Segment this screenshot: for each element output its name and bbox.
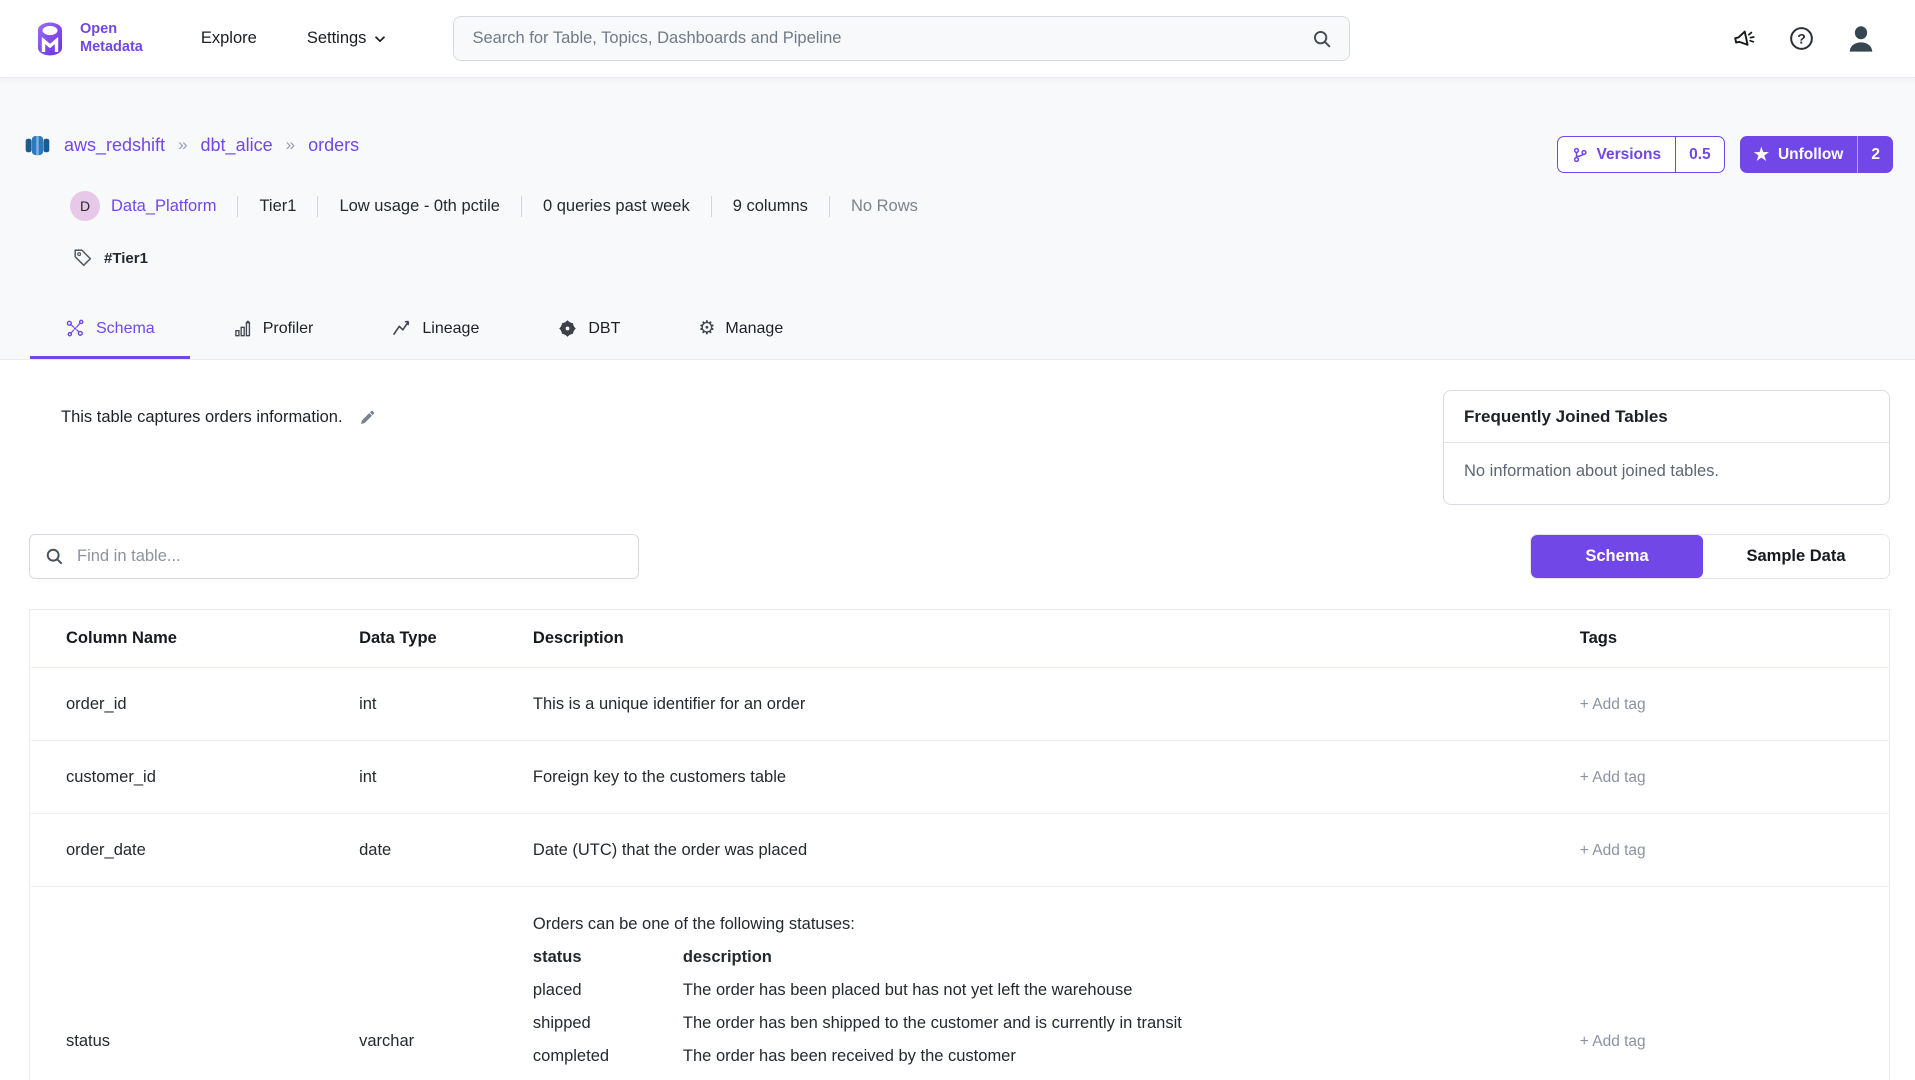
nav-settings[interactable]: Settings bbox=[307, 29, 388, 48]
version-number: 0.5 bbox=[1676, 137, 1724, 172]
star-icon: ★ bbox=[1754, 146, 1769, 163]
column-type: varchar bbox=[359, 887, 533, 1080]
svg-text:?: ? bbox=[1797, 30, 1806, 46]
column-description: Orders can be one of the following statu… bbox=[533, 887, 1528, 1080]
status-values-table: status description placed The order has … bbox=[533, 941, 1498, 1073]
column-name: order_date bbox=[30, 814, 360, 887]
column-type: int bbox=[359, 741, 533, 814]
column-description: Foreign key to the customers table bbox=[533, 741, 1528, 814]
add-tag-button[interactable]: + Add tag bbox=[1580, 696, 1646, 713]
tab-manage[interactable]: ⚙ Manage bbox=[663, 318, 818, 359]
nav-explore[interactable]: Explore bbox=[201, 29, 257, 48]
unfollow-button[interactable]: ★ Unfollow 2 bbox=[1740, 136, 1893, 173]
column-name: order_id bbox=[30, 668, 360, 741]
frequently-joined-tables-card: Frequently Joined Tables No information … bbox=[1443, 390, 1890, 505]
tab-profiler[interactable]: Profiler bbox=[198, 318, 349, 359]
columns-stat: 9 columns bbox=[733, 197, 808, 216]
tier-tag-label[interactable]: #Tier1 bbox=[104, 250, 148, 267]
tab-dbt[interactable]: DBT bbox=[522, 318, 655, 359]
edit-description-icon[interactable] bbox=[358, 408, 377, 427]
openmetadata-logo-icon bbox=[30, 19, 70, 59]
global-search-bar[interactable] bbox=[453, 16, 1350, 61]
table-row: status varchar Orders can be one of the … bbox=[30, 887, 1890, 1080]
global-search-input[interactable] bbox=[472, 29, 1311, 48]
version-branch-icon bbox=[1572, 147, 1588, 163]
find-search-icon bbox=[44, 546, 65, 567]
table-row: customer_id int Foreign key to the custo… bbox=[30, 741, 1890, 814]
table-header-row: Column Name Data Type Description Tags bbox=[30, 610, 1890, 668]
column-type: int bbox=[359, 668, 533, 741]
queries-stat: 0 queries past week bbox=[543, 197, 690, 216]
chevron-down-icon bbox=[373, 32, 387, 46]
add-tag-button[interactable]: + Add tag bbox=[1580, 769, 1646, 786]
toggle-schema-button[interactable]: Schema bbox=[1531, 535, 1703, 578]
toggle-sample-data-button[interactable]: Sample Data bbox=[1703, 535, 1889, 578]
column-description: This is a unique identifier for an order bbox=[533, 668, 1528, 741]
column-name: status bbox=[30, 887, 360, 1080]
primary-nav: Explore Settings bbox=[201, 29, 388, 48]
find-in-table-input[interactable] bbox=[77, 547, 624, 566]
schema-panel: This table captures orders information. … bbox=[0, 360, 1915, 1080]
redshift-service-icon bbox=[24, 132, 51, 159]
versions-button[interactable]: Versions 0.5 bbox=[1557, 136, 1725, 173]
add-tag-button[interactable]: + Add tag bbox=[1580, 1033, 1646, 1050]
gear-icon: ⚙ bbox=[698, 319, 715, 338]
owner-link[interactable]: Data_Platform bbox=[111, 197, 216, 216]
tier-stat: Tier1 bbox=[259, 197, 296, 216]
columns-table: Column Name Data Type Description Tags o… bbox=[29, 609, 1890, 1080]
column-type: date bbox=[359, 814, 533, 887]
brand-name: Open Metadata bbox=[80, 21, 143, 55]
column-description: Date (UTC) that the order was placed bbox=[533, 814, 1528, 887]
help-icon[interactable]: ? bbox=[1788, 25, 1815, 52]
tab-lineage[interactable]: Lineage bbox=[356, 318, 514, 359]
column-name: customer_id bbox=[30, 741, 360, 814]
entity-header: aws_redshift dbt_alice orders D Data_Pla… bbox=[0, 78, 1915, 360]
breadcrumb-separator bbox=[178, 135, 187, 155]
follower-count: 2 bbox=[1858, 136, 1893, 173]
user-avatar[interactable] bbox=[1845, 23, 1877, 55]
find-in-table-box[interactable] bbox=[29, 534, 639, 579]
profiler-icon bbox=[233, 319, 253, 339]
rows-stat: No Rows bbox=[851, 197, 918, 216]
breadcrumb-table[interactable]: orders bbox=[308, 135, 359, 156]
joined-tables-title: Frequently Joined Tables bbox=[1444, 391, 1889, 443]
dbt-icon bbox=[557, 318, 578, 339]
top-navbar: Open Metadata Explore Settings bbox=[0, 0, 1915, 78]
table-row: order_id int This is a unique identifier… bbox=[30, 668, 1890, 741]
search-icon[interactable] bbox=[1311, 28, 1333, 50]
lineage-icon bbox=[391, 318, 412, 339]
tag-icon bbox=[72, 247, 94, 269]
openmetadata-logo[interactable]: Open Metadata bbox=[30, 19, 143, 59]
view-toggle: Schema Sample Data bbox=[1530, 534, 1890, 579]
tag-row: #Tier1 bbox=[72, 244, 1915, 272]
table-description: This table captures orders information. bbox=[61, 408, 377, 427]
owner-avatar: D bbox=[70, 191, 100, 221]
table-row: order_date date Date (UTC) that the orde… bbox=[30, 814, 1890, 887]
announcements-icon[interactable] bbox=[1731, 25, 1758, 52]
tab-schema[interactable]: Schema bbox=[30, 318, 190, 359]
status-description-intro: Orders can be one of the following statu… bbox=[533, 908, 1498, 941]
breadcrumb-schema[interactable]: dbt_alice bbox=[201, 135, 273, 156]
schema-icon bbox=[65, 318, 86, 339]
usage-stat: Low usage - 0th pctile bbox=[339, 197, 500, 216]
breadcrumb-service[interactable]: aws_redshift bbox=[64, 135, 165, 156]
add-tag-button[interactable]: + Add tag bbox=[1580, 842, 1646, 859]
breadcrumb-separator bbox=[286, 135, 295, 155]
entity-meta-row: D Data_Platform Tier1 Low usage - 0th pc… bbox=[70, 190, 1915, 222]
joined-tables-empty-text: No information about joined tables. bbox=[1444, 443, 1889, 504]
entity-tabs: Schema Profiler Lineage bbox=[30, 318, 1915, 359]
